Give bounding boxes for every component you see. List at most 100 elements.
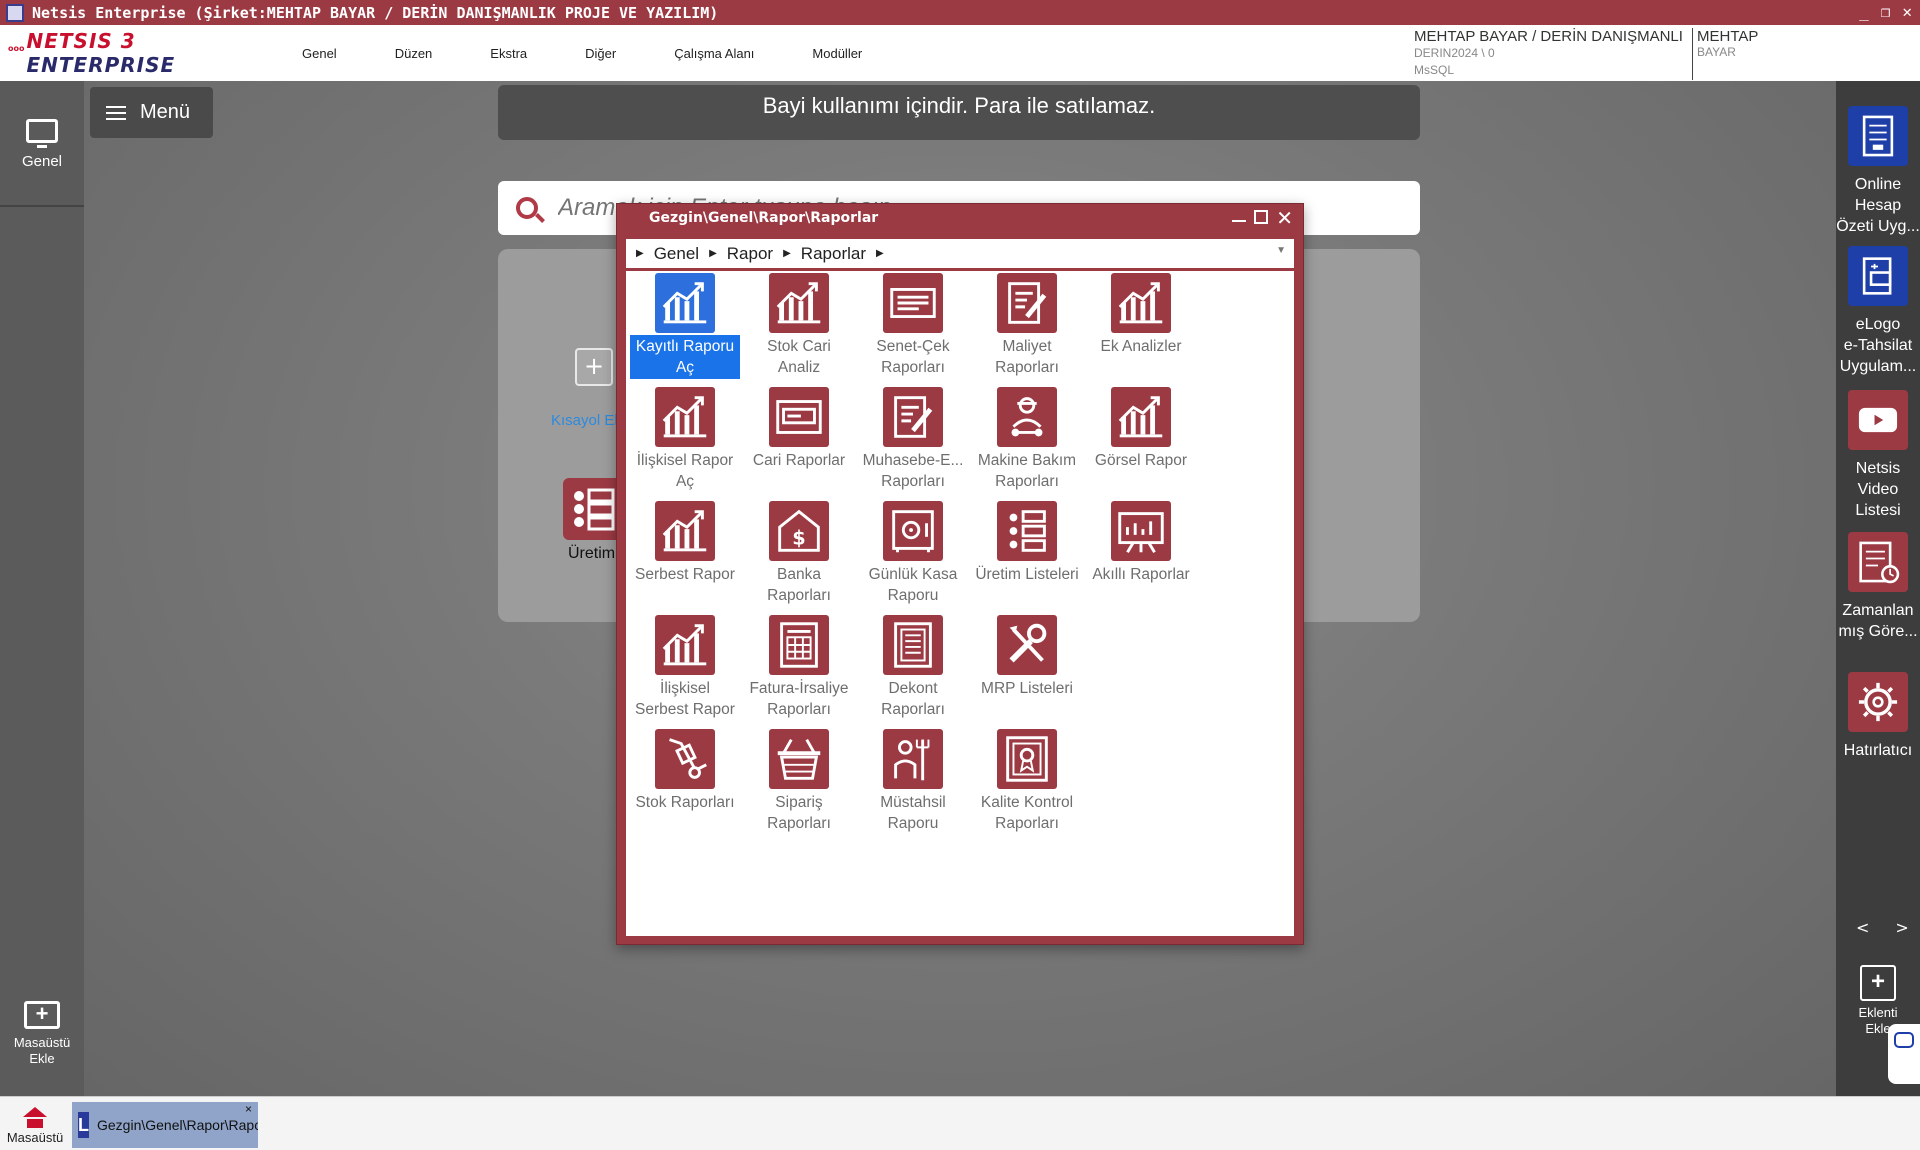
- desktop-home-button[interactable]: Masaüstü: [0, 1097, 70, 1150]
- add-icon: +: [1860, 965, 1896, 1001]
- report-tile-label-line1: Muhasebe-E...: [862, 452, 964, 469]
- license-banner: Bayi kullanımı içindir. Para ile satılam…: [498, 85, 1420, 140]
- add-monitor-icon: +: [24, 1001, 60, 1029]
- report-tile[interactable]: Makine Bakım Raporları: [972, 387, 1082, 493]
- report-tile[interactable]: Kalite Kontrol Raporları: [972, 729, 1082, 835]
- menu-bar: ooo NETSIS 3 ENTERPRISE Genel Düzen Ekstra…: [0, 25, 1920, 81]
- company-info: MEHTAP BAYAR / DERİN DANIŞMANLI DERIN202…: [1414, 28, 1683, 79]
- menu-item-1[interactable]: Düzen: [389, 46, 439, 61]
- report-tile[interactable]: Müstahsil Raporu: [858, 729, 968, 835]
- report-tile[interactable]: Ek Analizler: [1086, 273, 1196, 358]
- chat-tab[interactable]: [1888, 1024, 1920, 1084]
- prev-button[interactable]: <: [1856, 918, 1869, 937]
- menu-button[interactable]: Menü: [90, 87, 213, 138]
- add-desktop-button[interactable]: + Masaüstü Ekle: [0, 1001, 84, 1067]
- side-tile-label: eLogo: [1855, 316, 1901, 333]
- report-tile-label-line1: Günlük Kasa: [868, 566, 958, 583]
- report-tile[interactable]: Kayıtlı Raporu Aç: [630, 273, 740, 379]
- report-tile-label-line1: Görsel Rapor: [1094, 452, 1188, 469]
- breadcrumb-item[interactable]: Rapor: [727, 244, 773, 264]
- report-tile[interactable]: Fatura-İrsaliye Raporları: [744, 615, 854, 721]
- report-tile-label-line1: Kayıtlı Raporu: [635, 338, 735, 355]
- database-name: DERIN2024 \ 0: [1414, 46, 1495, 60]
- breadcrumb-dropdown-icon[interactable]: ▼: [1276, 245, 1286, 256]
- breadcrumb-item[interactable]: Raporlar: [801, 244, 866, 264]
- report-tile[interactable]: $ Banka Raporları: [744, 501, 854, 607]
- invoice-icon: [769, 615, 829, 675]
- chart-growth-icon: [655, 615, 715, 675]
- report-tile[interactable]: İlişkisel Serbest Rapor: [630, 615, 740, 721]
- dialog-minimize-icon[interactable]: [1232, 202, 1247, 222]
- report-tile-label-line2: Raporu: [887, 815, 939, 832]
- side-tile[interactable]: eLogo e-Tahsilat Uygulam...: [1836, 246, 1920, 377]
- technician-icon: [997, 387, 1057, 447]
- next-button[interactable]: >: [1895, 918, 1908, 937]
- report-tile[interactable]: Stok Cari Analiz: [744, 273, 854, 379]
- report-tile-label-line1: Üretim Listeleri: [975, 566, 1079, 583]
- hand-truck-icon: [655, 729, 715, 789]
- report-tile[interactable]: MRP Listeleri: [972, 615, 1082, 700]
- report-tile-label: Sipariş Raporları: [744, 791, 854, 835]
- report-tile-label-line1: İlişkisel: [660, 680, 710, 697]
- menu-item-4[interactable]: Çalışma Alanı: [668, 46, 760, 61]
- presentation-board-icon: [1111, 501, 1171, 561]
- report-tile[interactable]: Muhasebe-E... Raporları: [858, 387, 968, 493]
- report-tile[interactable]: Maliyet Raporları: [972, 273, 1082, 379]
- report-tile[interactable]: İlişkisel Rapor Aç: [630, 387, 740, 493]
- quality-certificate-icon: [997, 729, 1057, 789]
- breadcrumb-item[interactable]: Genel: [654, 244, 699, 264]
- edit-document-icon: [883, 387, 943, 447]
- report-tile-label: Ek Analizler: [1086, 335, 1196, 358]
- tools-icon: [997, 615, 1057, 675]
- chat-icon: [1894, 1032, 1914, 1048]
- report-tile[interactable]: Cari Raporlar: [744, 387, 854, 472]
- user-info[interactable]: MEHTAP BAYAR: [1692, 28, 1758, 80]
- report-tile[interactable]: Üretim Listeleri: [972, 501, 1082, 586]
- report-tile-label-line2: Raporları: [995, 359, 1059, 376]
- report-tile-label: Banka Raporları: [744, 563, 854, 607]
- dialog-close-icon[interactable]: ✕: [1276, 206, 1293, 230]
- checklist-icon: [997, 501, 1057, 561]
- left-sidebar: Genel + Masaüstü Ekle: [0, 81, 84, 1096]
- report-tile[interactable]: Senet-Çek Raporları: [858, 273, 968, 379]
- menu-item-5[interactable]: Modüller: [806, 46, 868, 61]
- window-title: Netsis Enterprise (Şirket:MEHTAP BAYAR /…: [32, 3, 719, 22]
- menu-item-2[interactable]: Ekstra: [484, 46, 533, 61]
- report-tile[interactable]: Akıllı Raporlar: [1086, 501, 1196, 586]
- report-tile[interactable]: Stok Raporları: [630, 729, 740, 814]
- report-tile-label: Cari Raporlar: [744, 449, 854, 472]
- side-tile[interactable]: Netsis Video Listesi: [1836, 390, 1920, 521]
- add-desktop-label-2: Ekle: [29, 1051, 55, 1066]
- report-tile-label: Görsel Rapor: [1086, 449, 1196, 472]
- menu-item-0[interactable]: Genel: [296, 46, 343, 61]
- logo-version: 3: [120, 29, 136, 53]
- report-tile-label-line2: Raporu: [887, 587, 939, 604]
- side-tile[interactable]: Online Hesap Özeti Uyg...: [1836, 106, 1920, 237]
- add-shortcut-button[interactable]: +: [575, 348, 613, 386]
- report-tile-label-line2: Raporları: [767, 815, 831, 832]
- report-tile-label: Stok Cari Analiz: [744, 335, 854, 379]
- report-tile[interactable]: Günlük Kasa Raporu: [858, 501, 968, 607]
- sidebar-item-genel[interactable]: Genel: [0, 81, 84, 207]
- dialog-maximize-icon[interactable]: [1254, 210, 1269, 224]
- side-tile-label: Özeti Uyg...: [1836, 218, 1920, 235]
- report-tile-label: Dekont Raporları: [858, 677, 968, 721]
- taskbar-item-raporlar[interactable]: L Gezgin\Genel\Rapor\Raporlar ×: [72, 1102, 258, 1148]
- side-tile[interactable]: Hatırlatıcı: [1836, 672, 1920, 761]
- report-tile[interactable]: Dekont Raporları: [858, 615, 968, 721]
- report-tile-label-line1: Ek Analizler: [1100, 338, 1182, 355]
- report-tile[interactable]: Serbest Rapor: [630, 501, 740, 586]
- close-icon[interactable]: ✕: [1902, 2, 1912, 21]
- taskbar-close-icon[interactable]: ×: [245, 1102, 252, 1116]
- restore-icon[interactable]: ❐: [1881, 2, 1891, 21]
- report-tile[interactable]: Sipariş Raporları: [744, 729, 854, 835]
- dialog-title: Gezgin\Genel\Rapor\Raporlar: [649, 210, 879, 226]
- side-tile[interactable]: Zamanlan mış Göre...: [1836, 532, 1920, 642]
- menu-item-3[interactable]: Diğer: [579, 46, 622, 61]
- minimize-icon[interactable]: _: [1859, 2, 1869, 21]
- add-plugin-label-1: Eklenti: [1858, 1005, 1898, 1020]
- report-tile-label-line2: Raporları: [881, 701, 945, 718]
- report-tile-label: Serbest Rapor: [630, 563, 740, 586]
- report-tile[interactable]: Görsel Rapor: [1086, 387, 1196, 472]
- add-shortcut-label[interactable]: Kısayol Ekle: [551, 412, 621, 429]
